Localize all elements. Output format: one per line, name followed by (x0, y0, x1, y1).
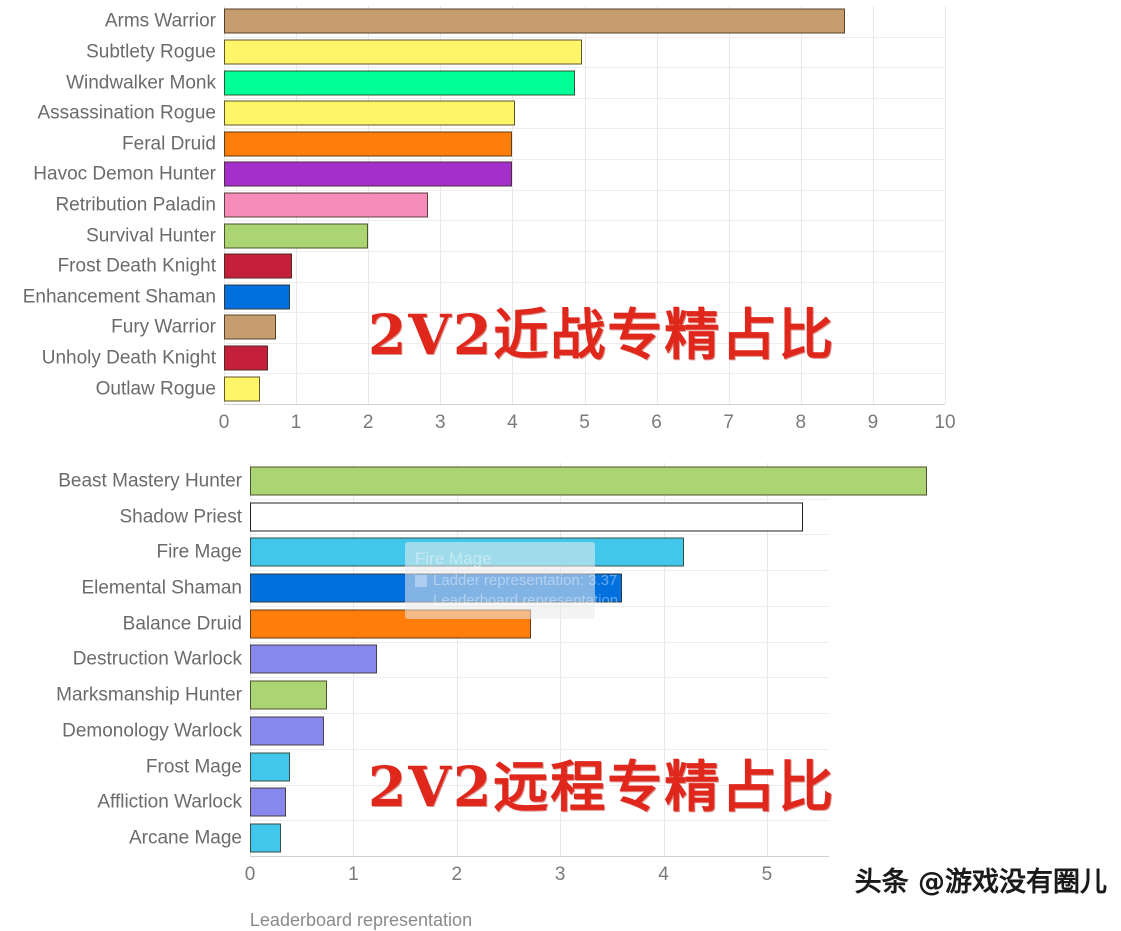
bar-row[interactable]: Windwalker Monk (66, 67, 945, 98)
bar-row[interactable]: Survival Hunter (86, 220, 945, 251)
bar-category-label: Feral Druid (122, 133, 216, 155)
bar-row[interactable]: Destruction Warlock (73, 642, 829, 678)
bar-category-label: Balance Druid (122, 613, 242, 635)
bar[interactable] (224, 314, 276, 340)
bar-category-label: Frost Death Knight (57, 255, 216, 277)
bar-category-label: Assassination Rogue (37, 102, 217, 124)
bar-category-label: Unholy Death Knight (41, 347, 216, 369)
bar-row[interactable]: Arcane Mage (129, 820, 829, 856)
x-axis-ranged: 0 1 2 3 4 5 (245, 856, 829, 896)
bar-row[interactable]: Outlaw Rogue (96, 373, 945, 404)
chart-ranged-2v2: Beast Mastery Hunter Shadow Priest Fire Ma… (0, 455, 1121, 930)
bar-row[interactable]: Havoc Demon Hunter (33, 159, 945, 190)
bar-category-label: Affliction Warlock (97, 791, 242, 813)
chart-melee-2v2: Arms Warrior Subtlety Rogue Windwalker Mon… (0, 0, 1121, 453)
bar-category-label: Fire Mage (156, 541, 242, 563)
bar[interactable] (224, 345, 268, 371)
x-axis-tick-label: 3 (554, 864, 566, 885)
bar[interactable] (250, 502, 804, 532)
bar[interactable] (250, 609, 532, 639)
x-axis-tick-label: 2 (362, 412, 374, 433)
bar[interactable] (250, 716, 325, 746)
bar-category-label: Beast Mastery Hunter (58, 470, 242, 492)
bar[interactable] (224, 192, 429, 218)
bar-row[interactable]: Frost Death Knight (58, 251, 945, 282)
bar-category-label: Windwalker Monk (66, 72, 216, 94)
bar-category-label: Survival Hunter (86, 225, 216, 247)
bar-category-label: Shadow Priest (119, 506, 242, 528)
x-axis-tick-label: 0 (244, 864, 256, 885)
overlay-title-melee: 2V2近战专精占比 (368, 302, 836, 367)
bar-row[interactable]: Beast Mastery Hunter (58, 463, 928, 499)
bar-category-label: Arcane Mage (128, 827, 242, 849)
bar-row[interactable]: Elemental Shaman (81, 570, 829, 606)
x-axis-tick-label: 1 (290, 412, 302, 433)
bar-row[interactable]: Feral Druid (122, 128, 945, 159)
x-axis-line (224, 404, 945, 405)
bar[interactable] (224, 70, 576, 96)
x-axis-tick-label: 9 (867, 412, 879, 433)
screenshot-root: Arms Warrior Subtlety Rogue Windwalker Mon… (0, 0, 1121, 930)
x-axis-tick-label: 5 (579, 412, 590, 433)
bar[interactable] (224, 131, 513, 157)
bar[interactable] (250, 573, 623, 603)
x-axis-tick-label: 6 (651, 412, 662, 433)
x-axis-tick-label: 3 (435, 412, 446, 433)
bar-row[interactable]: Balance Druid (123, 606, 829, 642)
x-axis-melee: 0 1 2 3 4 5 6 7 8 9 10 (219, 404, 956, 444)
bar[interactable] (250, 823, 282, 853)
bar-category-label: Marksmanship Hunter (56, 684, 242, 706)
x-axis-line (250, 856, 829, 857)
bar[interactable] (224, 161, 512, 187)
bar-category-label: Havoc Demon Hunter (33, 163, 216, 185)
x-axis-tick-label: 4 (658, 864, 669, 885)
x-axis-title-ranged: Leaderboard representation (249, 910, 473, 930)
overlay-title-ranged: 2V2远程专精占比 (368, 754, 836, 819)
bar-category-label: Elemental Shaman (81, 577, 242, 599)
bar-category-label: Frost Mage (145, 756, 242, 778)
bar-row[interactable]: Fire Mage (156, 534, 829, 570)
bar-category-label: Fury Warrior (111, 316, 216, 338)
chart-divider (0, 452, 1121, 454)
gridline-vertical (945, 6, 946, 404)
bar-row[interactable]: Marksmanship Hunter (56, 677, 829, 713)
bar[interactable] (250, 680, 327, 710)
x-axis-tick-label: 7 (723, 412, 734, 433)
bar[interactable] (250, 537, 685, 567)
bar[interactable] (250, 466, 928, 496)
bar[interactable] (224, 223, 369, 249)
x-axis-tick-label: 10 (934, 412, 956, 433)
bar-category-label: Destruction Warlock (72, 648, 242, 670)
x-axis-tick-label: 2 (451, 864, 463, 885)
x-axis-tick-label: 1 (348, 864, 359, 885)
bar[interactable] (250, 752, 291, 782)
bar[interactable] (224, 39, 583, 65)
x-axis-tick-label: 4 (507, 412, 518, 433)
bar[interactable] (224, 100, 515, 126)
bar[interactable] (224, 284, 291, 310)
bar-category-label: Retribution Paladin (55, 194, 216, 216)
bar-row[interactable]: Shadow Priest (119, 499, 829, 535)
bar-category-label: Enhancement Shaman (22, 286, 216, 308)
bar-row[interactable]: Subtlety Rogue (86, 37, 945, 68)
x-axis-tick-label: 0 (218, 412, 230, 433)
bar-row[interactable]: Arms Warrior (105, 6, 945, 37)
channel-watermark: 头条 @游戏没有圈儿 (854, 867, 1107, 898)
bar[interactable] (250, 787, 287, 817)
bar[interactable] (250, 644, 378, 674)
bar-row[interactable]: Assassination Rogue (38, 98, 945, 129)
bar-category-label: Outlaw Rogue (95, 378, 216, 400)
x-axis-tick-label: 8 (795, 412, 807, 433)
bar[interactable] (224, 253, 292, 279)
bar-category-label: Subtlety Rogue (86, 41, 216, 63)
bar-category-label: Demonology Warlock (62, 720, 242, 742)
bar-category-label: Arms Warrior (104, 10, 216, 32)
bar[interactable] (224, 376, 261, 402)
x-axis-tick-label: 5 (761, 864, 773, 885)
bar[interactable] (224, 8, 845, 34)
bar-row[interactable]: Retribution Paladin (55, 190, 945, 221)
